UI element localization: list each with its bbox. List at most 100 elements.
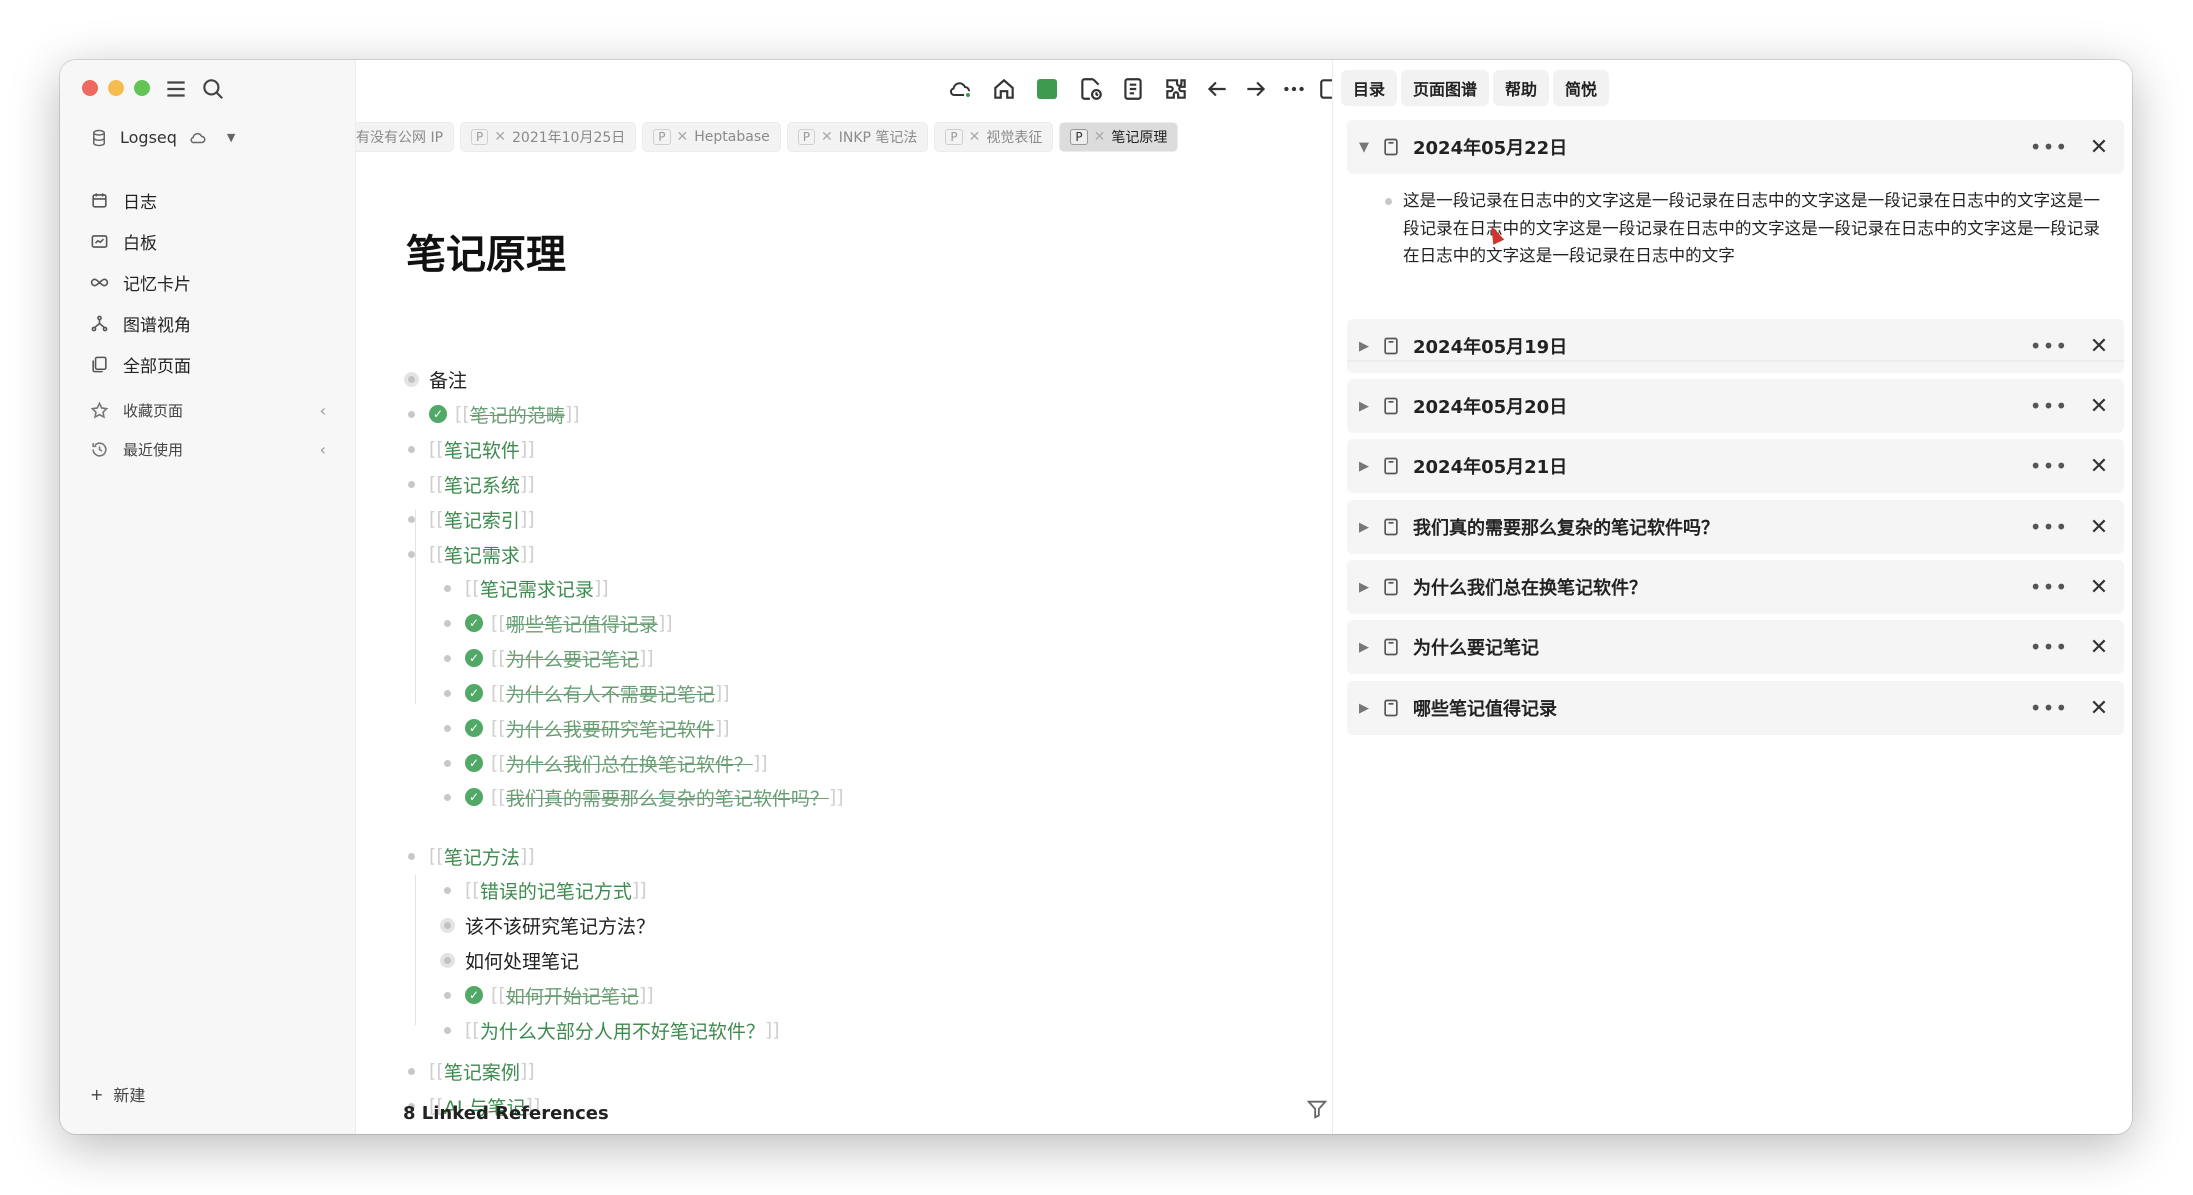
card-title[interactable]: 2024年05月20日	[1413, 393, 2024, 419]
page-reference-link[interactable]: 笔记案例	[444, 1058, 520, 1085]
sidebar-item-all-pages[interactable]: 全部页面	[90, 344, 326, 385]
block-bullet[interactable]	[444, 584, 451, 592]
tab-page[interactable]: P ✕ 2021年10月25日	[460, 122, 637, 152]
caret-right-icon[interactable]: ▶	[1347, 640, 1381, 655]
page-reference-link[interactable]: 为什么我们总在换笔记软件？	[506, 750, 753, 777]
more-options-icon[interactable]: •••	[2024, 575, 2074, 599]
done-checkbox-icon[interactable]: ✓	[465, 986, 483, 1004]
sidebar-page-card[interactable]: ▶ 我们真的需要那么复杂的笔记软件吗？ ••• ✕	[1347, 500, 2124, 554]
page-reference-link[interactable]: 为什么大部分人用不好笔记软件？	[480, 1017, 765, 1044]
close-icon[interactable]: ✕	[2074, 515, 2124, 540]
outline-block[interactable]: [[笔记软件]]	[408, 432, 535, 466]
graph-selector[interactable]: Logseq ▼	[90, 128, 235, 147]
outline-child-block[interactable]: 如何处理笔记	[440, 943, 579, 977]
more-options-icon[interactable]: •••	[2024, 394, 2074, 418]
outline-child-block[interactable]: ✓ [[为什么要记笔记]]	[444, 641, 654, 675]
done-checkbox-icon[interactable]: ✓	[465, 754, 483, 772]
more-options-icon[interactable]: •••	[2024, 696, 2074, 720]
sidebar-item-whiteboards[interactable]: 白板	[90, 221, 326, 262]
caret-right-icon[interactable]: ▶	[1347, 520, 1381, 535]
block-bullet[interactable]	[444, 759, 451, 767]
block-bullet[interactable]	[408, 1067, 415, 1075]
block-bullet[interactable]	[408, 515, 415, 523]
block-bullet[interactable]	[444, 619, 451, 627]
outline-child-block[interactable]: [[笔记需求记录]]	[444, 571, 609, 605]
minimize-window-button[interactable]	[108, 80, 124, 96]
filter-icon[interactable]	[1306, 1098, 1328, 1120]
outline-child-block[interactable]: ✓ [[为什么有人不需要记笔记]]	[444, 676, 730, 710]
block-text[interactable]: 该不该研究笔记方法？	[465, 912, 655, 939]
plugin-icon[interactable]	[1163, 76, 1189, 102]
tab-page-active[interactable]: P ✕ 笔记原理	[1059, 122, 1179, 152]
done-checkbox-icon[interactable]: ✓	[465, 614, 483, 632]
block-bullet[interactable]	[1385, 198, 1392, 205]
cloud-sync-icon[interactable]	[947, 76, 973, 102]
card-title[interactable]: 我们真的需要那么复杂的笔记软件吗？	[1413, 514, 2024, 540]
tab-simpread[interactable]: 简悦	[1553, 70, 1610, 106]
outline-block[interactable]: ✓ [[笔记的范畴]]	[408, 397, 580, 431]
tab-page-graph[interactable]: 页面图谱	[1401, 70, 1490, 106]
close-tab-icon[interactable]: ✕	[677, 129, 689, 145]
tab-page[interactable]: 有没有公网 IP	[356, 122, 455, 152]
outline-child-block[interactable]: 该不该研究笔记方法？	[440, 908, 655, 942]
close-tab-icon[interactable]: ✕	[969, 129, 981, 145]
block-bullet[interactable]	[408, 480, 415, 488]
caret-down-icon[interactable]: ▼	[1347, 140, 1381, 155]
page-reference-link[interactable]: 为什么我要研究笔记软件	[506, 715, 715, 742]
card-title[interactable]: 2024年05月22日	[1413, 134, 2024, 160]
outline-child-block[interactable]: [[为什么大部分人用不好笔记软件？ ]]	[444, 1013, 780, 1047]
document-icon[interactable]	[1120, 76, 1146, 102]
tab-page[interactable]: P ✕ Heptabase	[642, 122, 781, 152]
outline-child-block[interactable]: ✓ [[我们真的需要那么复杂的笔记软件吗？]]	[444, 780, 844, 814]
block-bullet[interactable]	[444, 689, 451, 697]
outline-child-block[interactable]: ✓ [[为什么我要研究笔记软件]]	[444, 711, 730, 745]
done-checkbox-icon[interactable]: ✓	[465, 719, 483, 737]
outline-block[interactable]: [[笔记案例]]	[408, 1054, 535, 1088]
block-bullet[interactable]	[444, 1026, 451, 1034]
more-options-icon[interactable]: •••	[2024, 135, 2074, 159]
close-tab-icon[interactable]: ✕	[1094, 129, 1106, 145]
block-bullet[interactable]	[444, 991, 451, 999]
caret-right-icon[interactable]: ▶	[1347, 701, 1381, 716]
sidebar-page-card[interactable]: ▶ 为什么我们总在换笔记软件？ ••• ✕	[1347, 560, 2124, 614]
page-reference-link[interactable]: 笔记需求	[444, 541, 520, 568]
page-history-icon[interactable]	[1078, 76, 1104, 102]
close-window-button[interactable]	[82, 80, 98, 96]
page-reference-link[interactable]: 错误的记笔记方式	[480, 877, 632, 904]
page-reference-link[interactable]: 笔记方法	[444, 843, 520, 870]
tab-page[interactable]: P ✕ 视觉表征	[934, 122, 1054, 152]
page-reference-link[interactable]: 笔记系统	[444, 471, 520, 498]
block-bullet[interactable]	[408, 445, 415, 453]
page-reference-link[interactable]: 笔记软件	[444, 436, 520, 463]
more-options-icon[interactable]	[1281, 76, 1307, 102]
zoom-window-button[interactable]	[134, 80, 150, 96]
outline-child-block[interactable]: ✓ [[为什么我们总在换笔记软件？]]	[444, 746, 768, 780]
caret-right-icon[interactable]: ▶	[1347, 580, 1381, 595]
sidebar-page-card[interactable]: ▶ 2024年05月21日 ••• ✕	[1347, 439, 2124, 493]
close-icon[interactable]: ✕	[2074, 135, 2124, 160]
journal-block-text[interactable]: 这是一段记录在日志中的文字这是一段记录在日志中的文字这是一段记录在日志中的文字这…	[1403, 187, 2103, 270]
sidebar-recent[interactable]: 最近使用 ‹	[90, 430, 326, 469]
card-title[interactable]: 哪些笔记值得记录	[1413, 695, 2024, 721]
block-text[interactable]: 备注	[429, 366, 467, 393]
block-bullet[interactable]	[444, 886, 451, 894]
more-options-icon[interactable]: •••	[2024, 454, 2074, 478]
outline-block[interactable]: [[笔记索引]]	[408, 502, 535, 536]
outline-child-block[interactable]: [[错误的记笔记方式]]	[444, 873, 647, 907]
page-reference-link[interactable]: 为什么有人不需要记笔记	[506, 680, 715, 707]
card-title[interactable]: 为什么要记笔记	[1413, 634, 2024, 660]
arrow-left-icon[interactable]	[1204, 76, 1230, 102]
sidebar-page-card[interactable]: ▶ 哪些笔记值得记录 ••• ✕	[1347, 681, 2124, 735]
tab-contents[interactable]: 目录	[1341, 70, 1398, 106]
page-reference-link[interactable]: 我们真的需要那么复杂的笔记软件吗？	[506, 784, 829, 811]
done-checkbox-icon[interactable]: ✓	[465, 649, 483, 667]
close-tab-icon[interactable]: ✕	[821, 129, 833, 145]
page-reference-link[interactable]: 为什么要记笔记	[506, 645, 639, 672]
menu-icon[interactable]	[163, 76, 189, 102]
done-checkbox-icon[interactable]: ✓	[429, 405, 447, 423]
outline-block[interactable]: 备注	[404, 362, 467, 396]
close-icon[interactable]: ✕	[2074, 394, 2124, 419]
block-text[interactable]: 如何处理笔记	[465, 947, 579, 974]
sidebar-page-card[interactable]: ▶ 2024年05月20日 ••• ✕	[1347, 379, 2124, 433]
page-title[interactable]: 笔记原理	[406, 222, 566, 280]
